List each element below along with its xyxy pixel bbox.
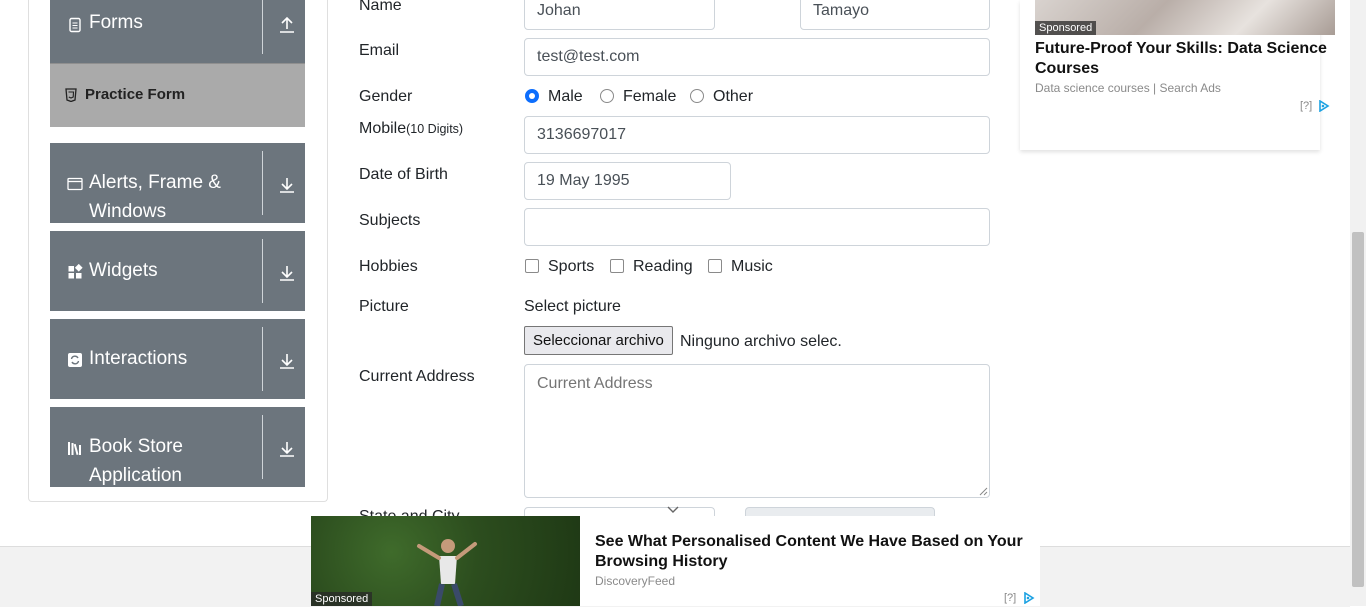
gender-option-label: Other — [713, 88, 754, 105]
mobile-input[interactable]: 3136697017 — [524, 116, 990, 154]
sidebar-group-book-store[interactable]: Book Store Application — [50, 407, 305, 487]
last-name-input[interactable]: Tamayo — [800, 0, 990, 30]
sidebar-group-widgets[interactable]: Widgets — [50, 231, 305, 311]
ad-info-link[interactable]: [?] — [1300, 100, 1312, 112]
gender-label: Gender — [359, 88, 413, 105]
sponsored-tag: Sponsored — [1035, 21, 1097, 35]
email-label: Email — [359, 42, 400, 59]
right-ad[interactable]: Sponsored Future-Proof Your Skills: Data… — [1020, 0, 1335, 150]
arrow-down-icon[interactable] — [278, 264, 296, 282]
sidebar-group-interactions[interactable]: Interactions — [50, 319, 305, 399]
dob-input[interactable]: 19 May 1995 — [524, 162, 731, 200]
picture-label: Picture — [359, 298, 409, 315]
mobile-hint: (10 Digits) — [406, 122, 464, 136]
arrow-down-icon[interactable] — [278, 176, 296, 194]
email-input[interactable]: test@test.com — [524, 38, 990, 76]
current-address-textarea[interactable]: Current Address — [524, 364, 990, 498]
gender-radio-male[interactable] — [525, 89, 539, 103]
arrow-up-icon[interactable] — [278, 16, 296, 34]
sidebar-group-forms[interactable]: Forms — [50, 0, 305, 63]
ad-source[interactable]: Data science courses | Search Ads — [1035, 81, 1221, 95]
window-icon — [67, 177, 83, 191]
bottom-ad[interactable]: Sponsored See What Personalised Content … — [311, 516, 1040, 606]
select-picture-prompt: Select picture — [524, 298, 621, 315]
divider — [262, 415, 263, 479]
sidebar-group-label: Book Store Application — [89, 436, 183, 486]
sidebar-group-label: Interactions — [89, 348, 188, 369]
choose-file-button[interactable]: Seleccionar archivo — [524, 326, 673, 355]
name-label: Name — [359, 0, 402, 14]
resize-handle-icon — [979, 487, 988, 496]
hobbies-label: Hobbies — [359, 258, 418, 275]
file-status-text: Ninguno archivo selec. — [680, 333, 842, 350]
divider — [262, 0, 263, 54]
gender-option-label: Female — [623, 88, 677, 105]
first-name-input[interactable]: Johan — [524, 0, 715, 30]
subjects-input[interactable] — [524, 208, 990, 246]
divider — [262, 151, 263, 215]
gender-option-label: Male — [548, 88, 583, 105]
sidebar-group-label: Forms — [89, 12, 143, 33]
subjects-label: Subjects — [359, 212, 421, 229]
dob-label: Date of Birth — [359, 166, 448, 183]
hobby-option-label: Music — [731, 258, 773, 275]
divider — [262, 327, 263, 391]
interactions-icon — [68, 353, 82, 367]
ad-source[interactable]: DiscoveryFeed — [595, 574, 675, 588]
hobby-option-label: Reading — [633, 258, 693, 275]
ad-title[interactable]: Future-Proof Your Skills: Data Science C… — [1035, 39, 1330, 79]
gender-radio-other[interactable] — [690, 89, 704, 103]
document-icon — [69, 17, 81, 33]
adchoices-icon[interactable] — [1023, 592, 1035, 604]
gender-radio-female[interactable] — [600, 89, 614, 103]
current-address-label: Current Address — [359, 368, 475, 385]
ad-image: Sponsored — [1035, 0, 1335, 35]
ad-title[interactable]: See What Personalised Content We Have Ba… — [595, 532, 1035, 572]
scrollbar-thumb[interactable] — [1352, 232, 1364, 587]
mobile-label: Mobile(10 Digits) — [359, 120, 463, 138]
chevron-down-icon — [667, 506, 679, 513]
divider — [262, 239, 263, 303]
scrollbar[interactable] — [1350, 0, 1366, 606]
arrow-down-icon[interactable] — [278, 440, 296, 458]
sidebar-group-label: Alerts, Frame & Windows — [89, 172, 221, 222]
sidebar-group-alerts[interactable]: Alerts, Frame & Windows — [50, 143, 305, 223]
sponsored-tag: Sponsored — [311, 592, 373, 606]
sidebar-item-practice-form[interactable]: Practice Form — [50, 63, 305, 127]
sidebar-group-label: Widgets — [89, 260, 158, 281]
hobby-option-label: Sports — [548, 258, 595, 275]
widgets-icon — [68, 264, 83, 279]
books-icon — [68, 442, 81, 456]
html5-icon — [65, 88, 77, 102]
hobby-checkbox-sports[interactable] — [525, 259, 539, 273]
adchoices-icon[interactable] — [1318, 100, 1330, 112]
hobby-checkbox-reading[interactable] — [610, 259, 624, 273]
mobile-label-text: Mobile — [359, 120, 407, 137]
ad-info-link[interactable]: [?] — [1004, 592, 1016, 604]
arrow-down-icon[interactable] — [278, 352, 296, 370]
ad-image: Sponsored — [311, 516, 580, 606]
sidebar-item-label: Practice Form — [85, 86, 186, 103]
hobby-checkbox-music[interactable] — [708, 259, 722, 273]
